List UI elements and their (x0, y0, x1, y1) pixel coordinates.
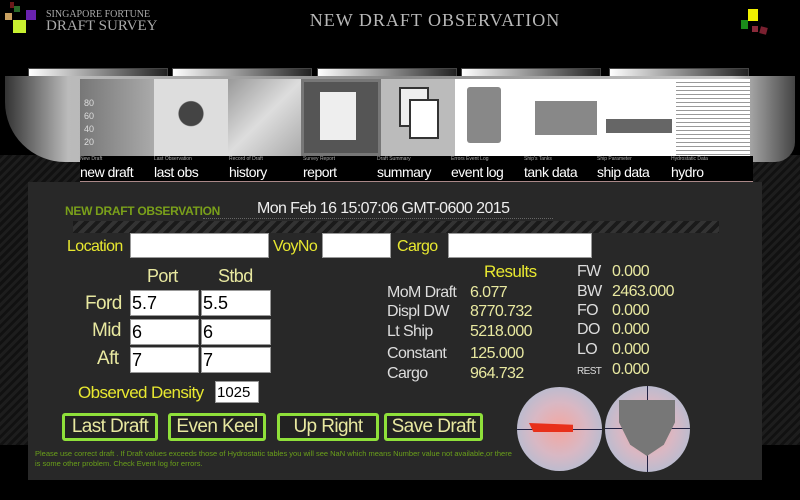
result-value: 964.732 (470, 365, 524, 382)
nav-label: ship data (597, 164, 650, 180)
result-label: Cargo (387, 365, 428, 382)
mid-port-input[interactable] (130, 319, 199, 345)
section-title: NEW DRAFT OBSERVATION (65, 204, 221, 218)
tank-label: FO (577, 302, 599, 319)
nav-caption: Record of Draft (229, 156, 263, 162)
result-value: 6.077 (470, 284, 508, 301)
draft-marks-image[interactable]: 80 60 40 20 (80, 79, 154, 156)
results-title: Results (484, 262, 537, 281)
nav-caption: Survey Report (303, 156, 335, 162)
nav-label: summary (377, 164, 432, 180)
result-value: 8770.732 (470, 303, 533, 320)
tank-label: BW (577, 283, 602, 300)
nav-event-log[interactable]: Errors Event Log event log (451, 156, 526, 182)
nav-report[interactable]: Survey Report report (303, 156, 378, 182)
result-label: Lt Ship (387, 323, 433, 340)
tank-value: 2463.000 (612, 283, 675, 300)
help-note: Please use correct draft . If Draft valu… (35, 449, 512, 468)
page-title: NEW DRAFT OBSERVATION (309, 10, 561, 30)
tank-value: 0.000 (612, 361, 650, 378)
nav-hydro[interactable]: Hydrostatic Data hydro (671, 156, 746, 182)
nav-caption: Ship Parameter (597, 156, 632, 162)
voyno-label: VoyNo (273, 238, 318, 255)
voyno-input[interactable] (322, 233, 391, 258)
summary-icon[interactable] (381, 79, 455, 156)
nav-caption: Ship's Tanks (524, 156, 552, 162)
nav-tiles: 80 60 40 20 (80, 79, 751, 156)
density-label: Observed Density (78, 383, 204, 402)
nav-label: tank data (524, 164, 578, 180)
cargo-input[interactable] (448, 233, 592, 258)
save-draft-button[interactable]: Save Draft (384, 413, 483, 441)
nav-ship-data[interactable]: Ship Parameter ship data (597, 156, 672, 182)
nav-caption: Draft Summary (377, 156, 411, 162)
up-right-button[interactable]: Up Right (277, 413, 379, 441)
location-input[interactable] (130, 233, 269, 258)
result-value: 125.000 (470, 345, 524, 362)
even-keel-button[interactable]: Even Keel (168, 413, 266, 441)
pen-record-image[interactable] (227, 79, 302, 156)
trim-indicator (517, 387, 602, 471)
nav-label: hydro (671, 164, 704, 180)
binoculars-image[interactable] (153, 79, 228, 156)
ship-profile-image[interactable] (602, 79, 677, 156)
ship-front-icon (619, 400, 675, 456)
nav-label: last obs (154, 164, 199, 180)
nav-bar: New Draft new draft Last Observation last … (80, 156, 753, 182)
nav-label: history (229, 164, 267, 180)
nav-tank-data[interactable]: Ship's Tanks tank data (524, 156, 599, 182)
aft-stbd-input[interactable] (201, 347, 271, 373)
tank-value: 0.000 (612, 341, 650, 358)
ship-side-icon (529, 423, 573, 432)
nav-caption: Errors Event Log (451, 156, 489, 162)
result-label: Constant (387, 345, 447, 362)
nav-label: event log (451, 164, 504, 180)
nav-caption: New Draft (80, 156, 103, 162)
aft-label: Aft (97, 348, 119, 369)
aft-port-input[interactable] (130, 347, 199, 373)
nav-new-draft[interactable]: New Draft new draft (80, 156, 155, 182)
nav-caption: Hydrostatic Data (671, 156, 708, 162)
tank-label: DO (577, 321, 600, 338)
mid-stbd-input[interactable] (201, 319, 271, 345)
stripe-divider (73, 221, 719, 233)
event-log-icon[interactable] (454, 79, 529, 156)
tank-plan-image[interactable] (528, 79, 603, 156)
nav-summary[interactable]: Draft Summary summary (377, 156, 452, 182)
ford-stbd-input[interactable] (201, 290, 271, 316)
result-label: Displ DW (387, 303, 449, 320)
tank-label: REST (577, 366, 602, 377)
tank-value: 0.000 (612, 302, 650, 319)
tank-value: 0.000 (612, 263, 650, 280)
result-label: MoM Draft (387, 284, 457, 301)
last-draft-button[interactable]: Last Draft (62, 413, 158, 441)
nav-last-obs[interactable]: Last Observation last obs (154, 156, 229, 182)
mid-label: Mid (92, 320, 121, 341)
nav-caption: Last Observation (154, 156, 192, 162)
result-value: 5218.000 (470, 323, 533, 340)
report-icon[interactable] (301, 79, 382, 156)
tank-label: FW (577, 263, 601, 280)
hydrostatic-table-image[interactable] (676, 79, 751, 156)
tank-value: 0.000 (612, 321, 650, 338)
nav-label: new draft (80, 164, 134, 180)
density-input[interactable] (215, 381, 259, 403)
observation-datetime: Mon Feb 16 15:07:06 GMT-0600 2015 (257, 200, 510, 217)
heel-indicator (605, 386, 690, 472)
nav-label: report (303, 164, 337, 180)
nav-history[interactable]: Record of Draft history (229, 156, 304, 182)
stbd-header: Stbd (218, 266, 253, 286)
port-header: Port (147, 266, 178, 286)
location-label: Location (67, 238, 123, 255)
cargo-label: Cargo (397, 238, 438, 255)
tank-label: LO (577, 341, 598, 358)
divider (203, 218, 553, 219)
ford-port-input[interactable] (130, 290, 199, 316)
ford-label: Ford (85, 293, 122, 314)
